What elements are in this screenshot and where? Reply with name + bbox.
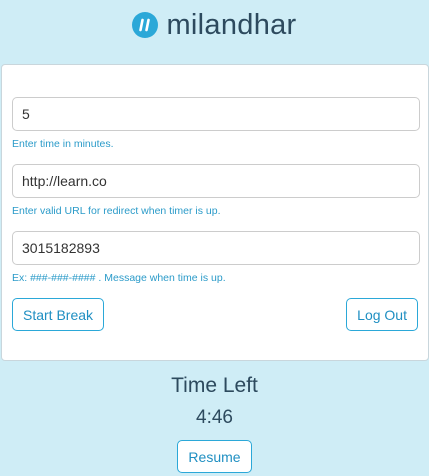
timer-section: Time Left 4:46 Resume [0, 373, 429, 473]
minutes-help: Enter time in minutes. [12, 138, 114, 150]
minutes-input[interactable] [12, 97, 420, 131]
url-help: Enter valid URL for redirect when timer … [12, 205, 221, 217]
form-actions: Start Break Log Out [12, 298, 418, 331]
app-header: milandhar [0, 0, 429, 50]
resume-button[interactable]: Resume [177, 440, 252, 473]
logout-button[interactable]: Log Out [346, 298, 418, 331]
timer-title: Time Left [171, 374, 258, 397]
settings-card: Enter time in minutes. Enter valid URL f… [1, 64, 429, 361]
phone-input[interactable] [12, 231, 420, 265]
phone-help: Ex: ###-###-#### . Message when time is … [12, 272, 226, 284]
time-left-value: 4:46 [196, 407, 233, 428]
brand-name: milandhar [166, 8, 297, 41]
redirect-url-input[interactable] [12, 164, 420, 198]
start-break-button[interactable]: Start Break [12, 298, 105, 331]
pause-icon [132, 12, 159, 38]
